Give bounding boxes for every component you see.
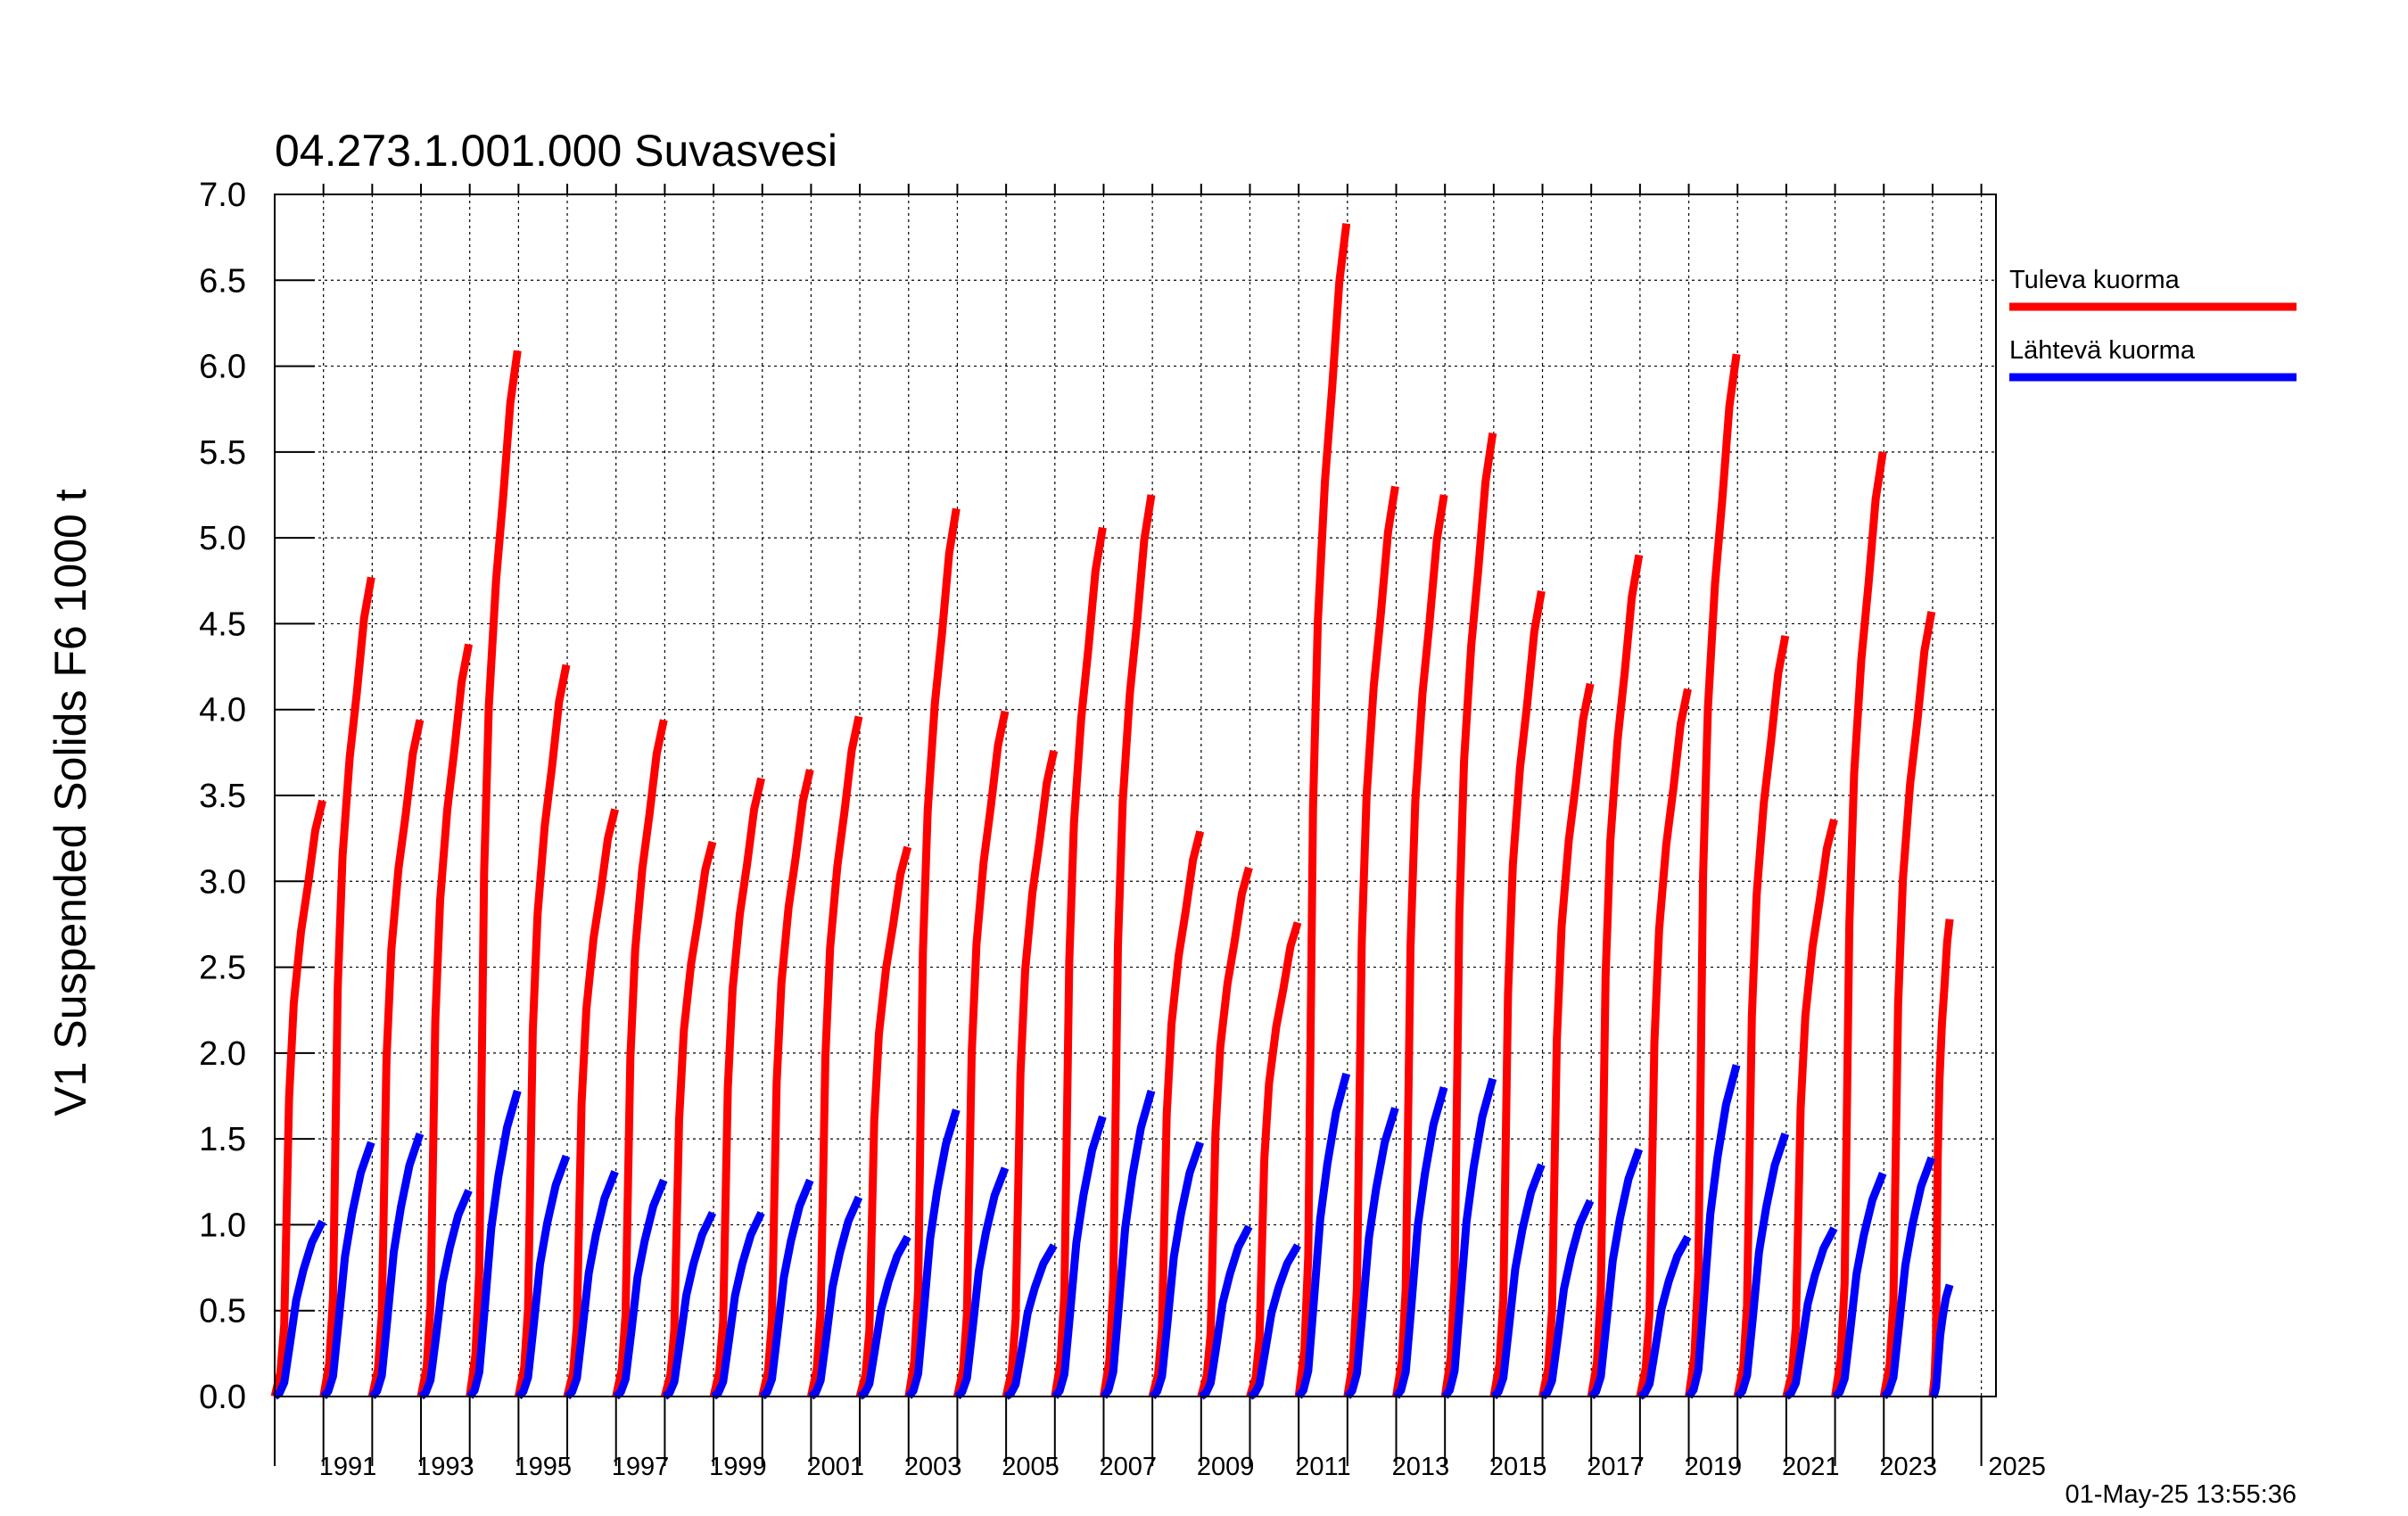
tuleva-line-2006 xyxy=(1051,526,1107,1397)
y-tick-label: 2.5 xyxy=(199,950,246,987)
legend: Tuleva kuorma Lähtevä kuorma xyxy=(2009,266,2297,382)
tuleva-line-2003 xyxy=(904,507,961,1397)
x-tick-label: 2019 xyxy=(1685,1453,1743,1481)
x-tick-label: 2005 xyxy=(1002,1453,1060,1481)
y-tick-label: 3.0 xyxy=(199,863,246,901)
tuleva-line-1991 xyxy=(319,576,375,1397)
y-tick-labels: 0.0 0.5 1.0 1.5 2.0 2.5 3.0 3.5 4.0 4.5 5.0 5.5 6.0 6… xyxy=(199,177,246,1416)
tuleva-line-2000 xyxy=(758,769,814,1398)
y-tick-label: 0.0 xyxy=(199,1379,246,1416)
y-tick-label: 4.5 xyxy=(199,606,246,643)
tuleva-line-1998 xyxy=(661,840,717,1398)
x-tick-label: 2003 xyxy=(904,1453,962,1481)
tuleva-line-2013 xyxy=(1392,494,1448,1397)
x-tick-label: 2015 xyxy=(1489,1453,1547,1481)
x-tick-label: 1991 xyxy=(319,1453,377,1481)
y-tick-label: 6.0 xyxy=(199,349,246,386)
x-tick-label: 2017 xyxy=(1587,1453,1645,1481)
tuleva-line-1997 xyxy=(612,719,668,1397)
tuleva-line-2004 xyxy=(952,710,1010,1397)
y-tick-label: 5.0 xyxy=(199,520,246,557)
x-tick-labels: 1991 1993 1995 1997 1999 2001 2003 2005 2007 2009… xyxy=(319,1453,2046,1481)
y-tick-label: 2.0 xyxy=(199,1035,246,1073)
y-tick-label: 3.5 xyxy=(199,778,246,815)
y-tick-label: 1.5 xyxy=(199,1121,246,1158)
timestamp: 01-May-25 13:55:36 xyxy=(2065,1480,2297,1509)
x-tick-label: 2001 xyxy=(806,1453,864,1481)
y-axis-label: V1 Suspended Solids F6 1000 t xyxy=(45,489,95,1116)
x-tick-label: 2007 xyxy=(1100,1453,1158,1481)
tuleva-line-2007 xyxy=(1100,494,1156,1397)
tuleva-line-2009 xyxy=(1197,866,1253,1398)
x-tick-label: 2013 xyxy=(1392,1453,1450,1481)
series xyxy=(270,223,1954,1400)
y-tick-label: 7.0 xyxy=(199,177,246,214)
x-tick-label: 2025 xyxy=(1988,1453,2046,1481)
y-tick-label: 0.5 xyxy=(199,1293,246,1331)
y-tick-label: 6.5 xyxy=(199,262,246,300)
x-tick-label: 1997 xyxy=(612,1453,670,1481)
y-tick-label: 5.5 xyxy=(199,434,246,472)
tuleva-line-1996 xyxy=(563,808,619,1398)
legend-label-lahteva: Lähtevä kuorma xyxy=(2009,336,2196,365)
tuleva-line-2019 xyxy=(1685,353,1741,1397)
x-tick-label: 2023 xyxy=(1879,1453,1937,1481)
chart-title: 04.273.1.001.000 Suvasvesi xyxy=(275,126,837,176)
x-tick-label: 1995 xyxy=(514,1453,572,1481)
x-tick-label: 1999 xyxy=(709,1453,767,1481)
x-tick-label: 2009 xyxy=(1197,1453,1255,1481)
x-tick-label: 2011 xyxy=(1295,1453,1350,1481)
tuleva-line-1995 xyxy=(514,663,571,1397)
tuleva-line-1992 xyxy=(367,719,425,1397)
tuleva-line-2014 xyxy=(1440,433,1497,1397)
x-tick-label: 1993 xyxy=(416,1453,474,1481)
tuleva-line-2010 xyxy=(1246,921,1302,1398)
y-tick-label: 4.0 xyxy=(199,692,246,729)
tuleva-line-2012 xyxy=(1343,485,1399,1397)
chart: 04.273.1.001.000 Suvasvesi V1 Suspended … xyxy=(45,126,2297,1509)
tuleva-line-2020 xyxy=(1733,635,1790,1397)
legend-label-tuleva: Tuleva kuorma xyxy=(2009,266,2181,294)
tuleva-line-2008 xyxy=(1148,830,1205,1398)
x-tick-label: 2021 xyxy=(1782,1453,1840,1481)
y-tick-label: 1.0 xyxy=(199,1207,246,1244)
